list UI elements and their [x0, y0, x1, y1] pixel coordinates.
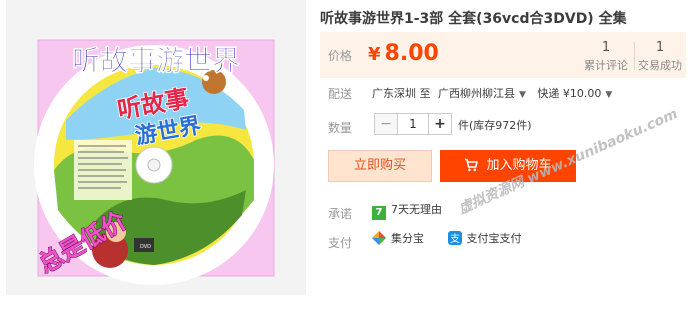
payment-methods: 集分宝 支 支付宝支付 [372, 230, 542, 246]
quantity-input[interactable] [398, 113, 428, 135]
sales-count[interactable]: 1 交易成功 [632, 40, 688, 73]
quantity-label: 数量 [328, 121, 353, 135]
product-title: 听故事游世界1-3部 全套(36vcd合3DVD) 全集 [320, 11, 627, 27]
sales-count-label: 交易成功 [638, 59, 682, 72]
price-value: ¥8.00 [368, 41, 439, 66]
svg-text:听故事游世界: 听故事游世界 [72, 44, 240, 77]
price-label: 价格 [328, 49, 353, 63]
chevron-down-icon[interactable]: ▼ [605, 90, 612, 100]
shipping-info: 广东深圳 至 广西柳州柳江县 ▼ 快递 ¥10.00 ▼ [372, 85, 620, 101]
stock-text: 件(库存972件) [458, 119, 532, 132]
payment-method-label: 支付宝支付 [466, 232, 522, 245]
shipping-destination[interactable]: 广西柳州柳江县 [438, 87, 515, 100]
promise-label: 承诺 [328, 207, 353, 221]
price-box: 价格 ¥8.00 1 累计评论 1 交易成功 [320, 32, 686, 78]
cart-icon [465, 158, 479, 172]
payment-method-alipay[interactable]: 支 支付宝支付 [447, 230, 522, 246]
buy-now-button[interactable]: 立即购买 [328, 150, 432, 182]
review-count[interactable]: 1 累计评论 [578, 40, 634, 73]
product-cover-art: DVD 听故事游世界 听故事 游世界 总是低价 [33, 39, 275, 285]
quantity-stepper[interactable]: − + [374, 113, 452, 135]
promise-info[interactable]: 7 7天无理由 [372, 201, 442, 220]
svg-text:DVD: DVD [140, 244, 151, 250]
currency-symbol: ¥ [368, 44, 381, 65]
decrease-button[interactable]: − [374, 113, 398, 135]
increase-button[interactable]: + [428, 113, 452, 135]
chevron-down-icon[interactable]: ▼ [519, 90, 526, 100]
shipping-from: 广东深圳 至 [372, 87, 431, 100]
payment-method-jifenbao[interactable]: 集分宝 [372, 230, 424, 246]
jifenbao-icon [372, 231, 386, 245]
payment-label: 支付 [328, 236, 353, 250]
shipping-label: 配送 [328, 87, 353, 101]
payment-method-label: 集分宝 [391, 232, 424, 245]
seven-day-return-icon: 7 [372, 206, 386, 220]
price-amount: 8.00 [384, 41, 439, 66]
review-count-label: 累计评论 [584, 59, 628, 72]
alipay-icon: 支 [447, 231, 462, 245]
promise-text: 7天无理由 [391, 203, 442, 216]
svg-text:支: 支 [450, 233, 460, 245]
shipping-method[interactable]: 快递 ¥10.00 [537, 87, 601, 100]
sales-count-number: 1 [655, 40, 665, 55]
review-count-number: 1 [601, 40, 611, 55]
product-image[interactable]: DVD 听故事游世界 听故事 游世界 总是低价 [6, 0, 306, 295]
